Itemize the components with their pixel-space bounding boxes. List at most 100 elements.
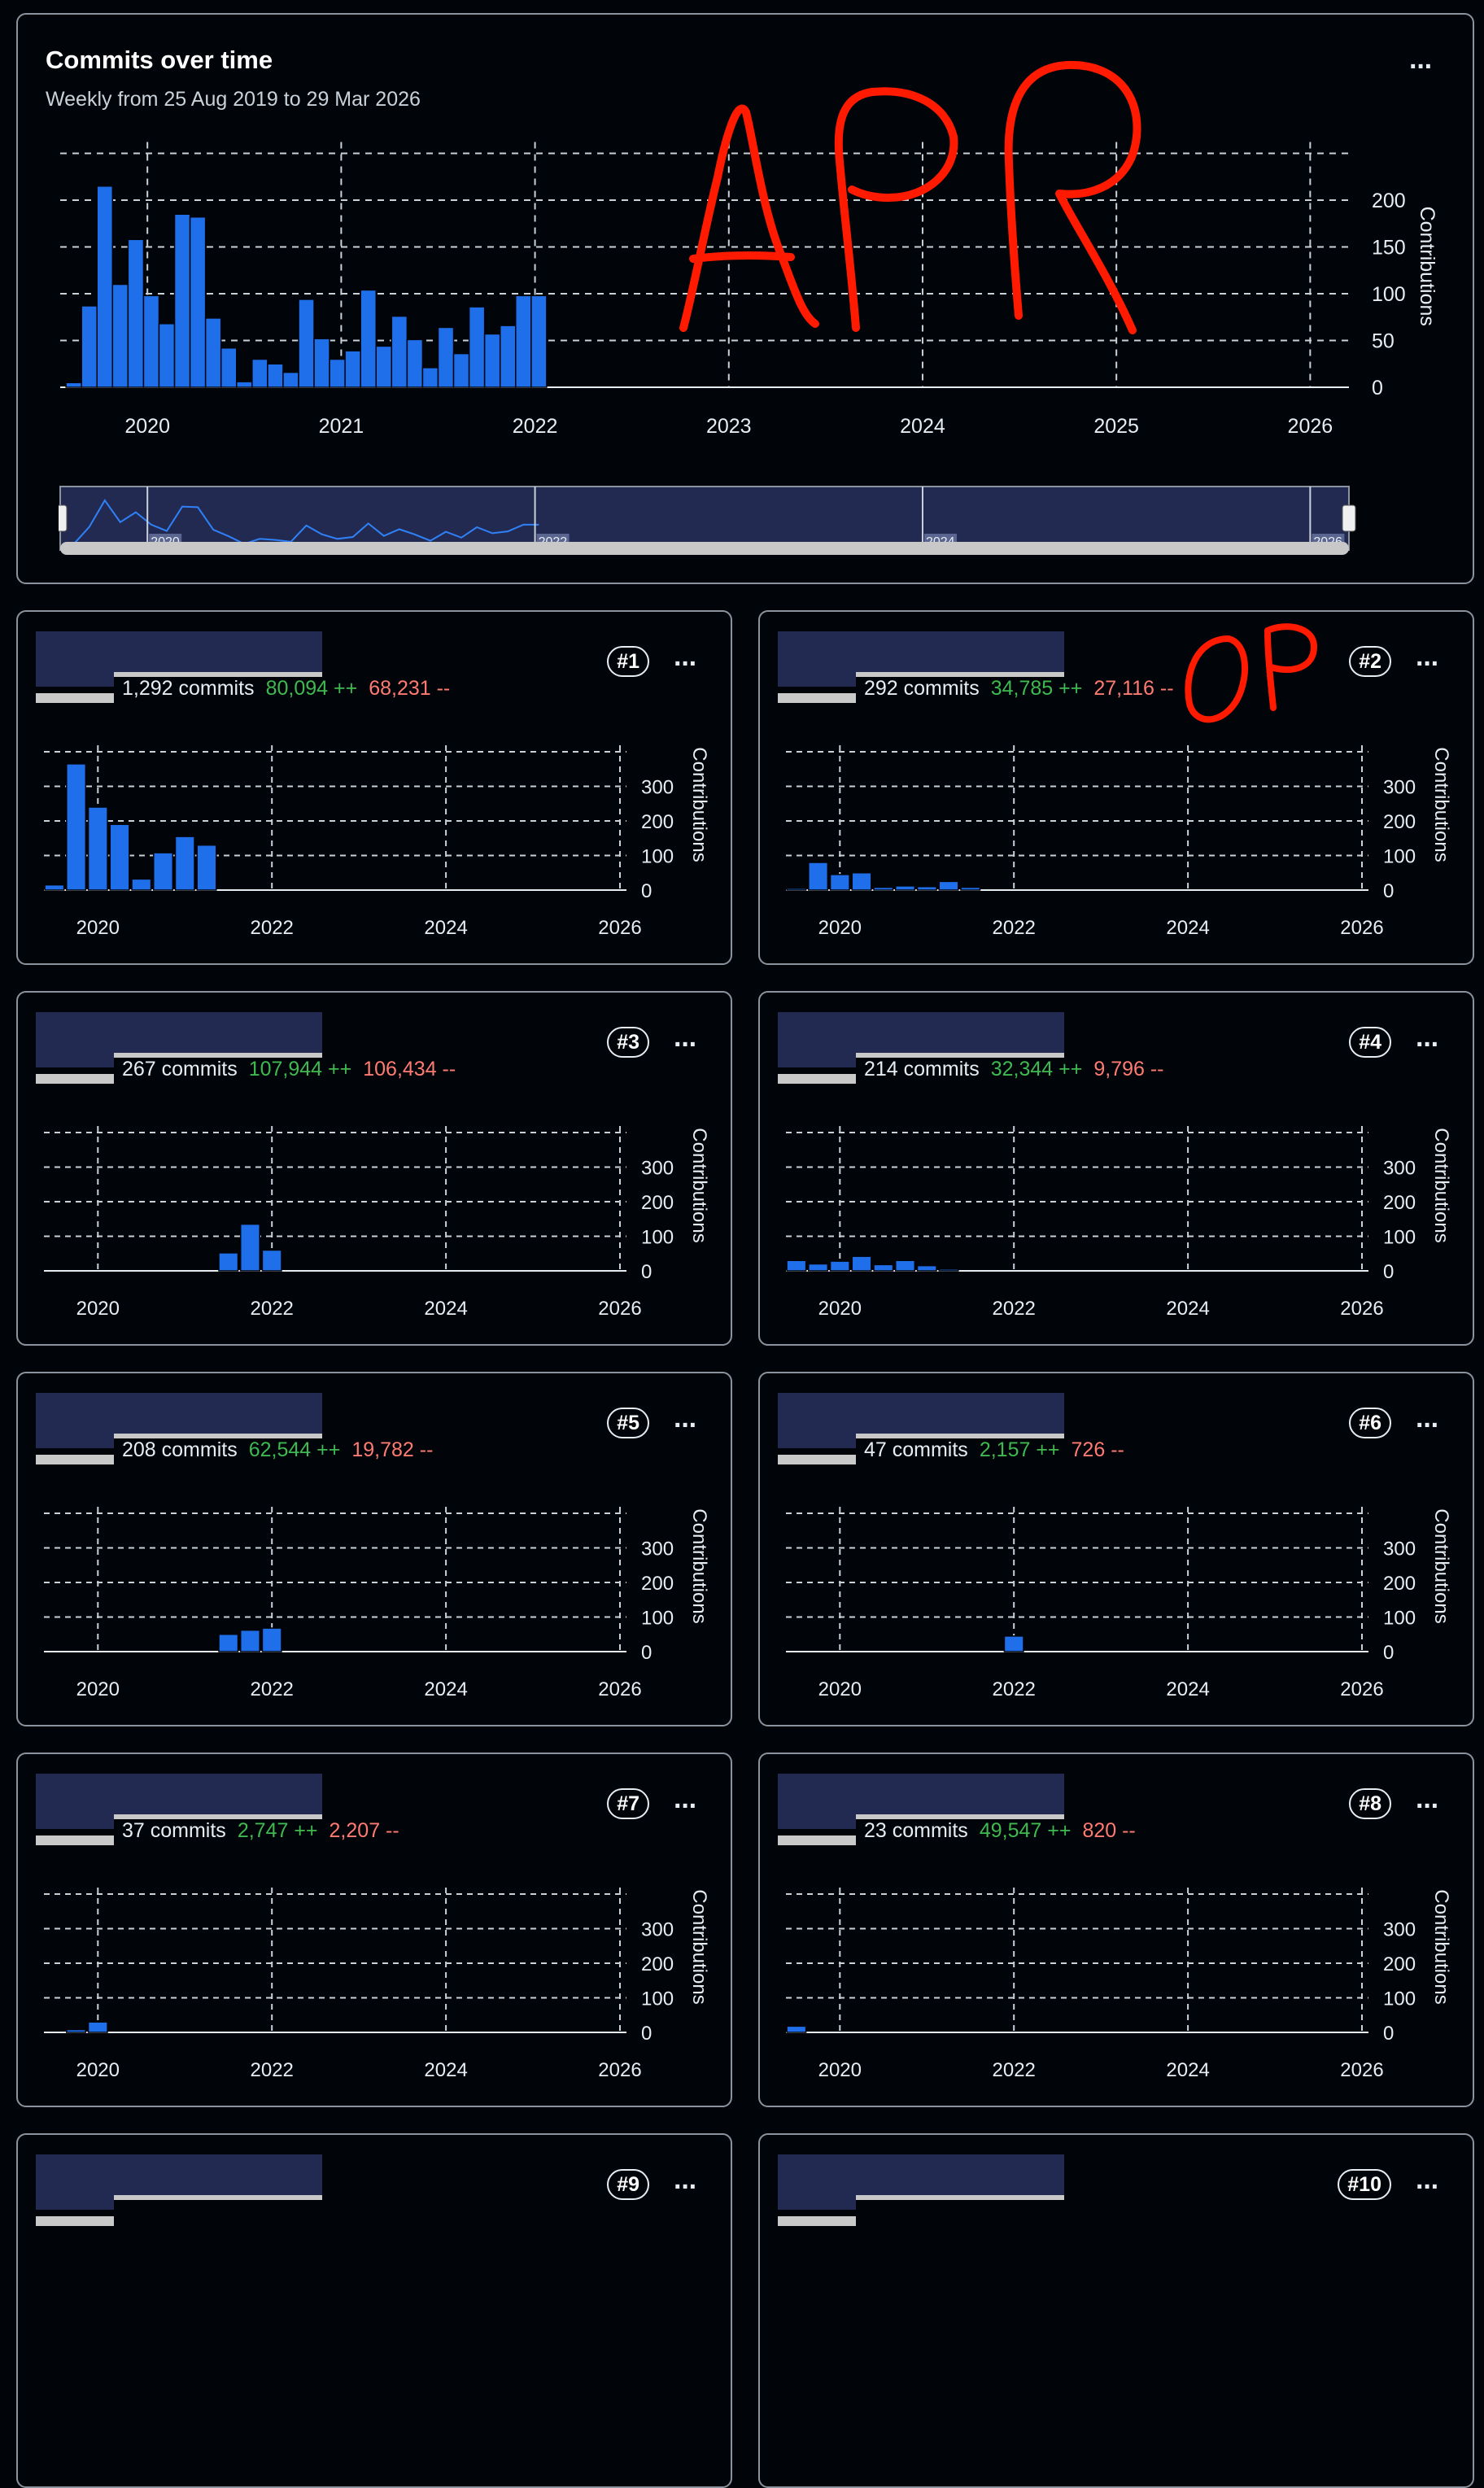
bar[interactable] [111, 283, 129, 388]
contributor-name-link[interactable] [856, 1012, 1064, 1058]
contributor-name-link[interactable] [856, 2154, 1064, 2200]
commit-count-link[interactable]: 37 commits [122, 1819, 226, 1842]
bar[interactable] [960, 886, 981, 891]
kebab-icon[interactable]: ··· [674, 1412, 698, 1439]
bar[interactable] [298, 299, 315, 388]
bar[interactable] [360, 289, 378, 388]
y-tick-label: 0 [1383, 2023, 1394, 2045]
bar[interactable] [515, 295, 532, 388]
y-tick-label: 0 [641, 2023, 652, 2045]
bar[interactable] [530, 295, 548, 388]
bar[interactable] [499, 325, 517, 388]
bar[interactable] [916, 1264, 937, 1272]
bar[interactable] [239, 1629, 260, 1652]
bar[interactable] [127, 238, 145, 388]
bar[interactable] [66, 763, 87, 891]
bar[interactable] [96, 186, 114, 388]
bar[interactable] [938, 880, 959, 891]
commit-count-link[interactable]: 1,292 commits [122, 677, 255, 700]
bar[interactable] [173, 213, 191, 388]
bar[interactable] [851, 1255, 872, 1272]
bar[interactable] [786, 2025, 807, 2033]
commit-count-link[interactable]: 23 commits [864, 1819, 968, 1842]
contributor-name-link[interactable] [114, 1012, 322, 1058]
bar[interactable] [153, 852, 174, 891]
contributor-name-link[interactable] [114, 1774, 322, 1819]
bar[interactable] [65, 382, 82, 388]
bar[interactable] [131, 878, 152, 891]
kebab-icon[interactable]: ··· [1416, 650, 1440, 678]
contributor-name-link[interactable] [856, 631, 1064, 677]
bar[interactable] [261, 1249, 282, 1272]
bar[interactable] [109, 823, 130, 891]
bar[interactable] [142, 295, 160, 388]
bar[interactable] [81, 305, 98, 388]
bar[interactable] [895, 885, 916, 891]
kebab-icon[interactable]: ··· [1416, 1031, 1440, 1058]
commit-count-link[interactable]: 267 commits [122, 1058, 238, 1080]
bar[interactable] [786, 1259, 807, 1272]
bar[interactable] [406, 338, 424, 388]
bar[interactable] [174, 836, 195, 891]
bar[interactable] [313, 338, 330, 388]
bar[interactable] [329, 358, 346, 388]
bar[interactable] [829, 874, 850, 891]
contributor-name-link[interactable] [856, 1774, 1064, 1819]
bar[interactable] [189, 216, 207, 388]
kebab-icon[interactable]: ··· [1416, 1792, 1440, 1820]
contributor-name-link[interactable] [856, 1393, 1064, 1438]
bar[interactable] [808, 862, 829, 891]
navigator-handle[interactable] [1342, 504, 1356, 532]
timeline-scrollbar[interactable] [60, 542, 1349, 555]
bar[interactable] [421, 367, 439, 388]
bar[interactable] [391, 315, 408, 388]
kebab-icon[interactable]: ··· [1416, 2173, 1440, 2201]
bar[interactable] [808, 1263, 829, 1272]
bar[interactable] [158, 323, 176, 388]
bar[interactable] [87, 806, 108, 891]
bar[interactable] [218, 1252, 239, 1272]
bar[interactable] [87, 2021, 108, 2033]
timeline-navigator[interactable]: 2020202220242026 [59, 470, 1368, 552]
navigator-handle[interactable] [59, 504, 68, 532]
bar[interactable] [236, 381, 253, 388]
commit-count-link[interactable]: 47 commits [864, 1438, 968, 1461]
bar[interactable] [218, 1634, 239, 1652]
bar[interactable] [267, 363, 284, 388]
bar[interactable] [916, 886, 937, 891]
kebab-icon[interactable]: ··· [674, 650, 698, 678]
bar[interactable] [483, 333, 501, 388]
bar[interactable] [452, 352, 470, 388]
bar[interactable] [851, 872, 872, 891]
bar[interactable] [66, 2028, 87, 2033]
contributor-name-link[interactable] [114, 2154, 322, 2200]
bar[interactable] [468, 306, 486, 388]
bar[interactable] [375, 345, 393, 388]
kebab-icon[interactable]: ··· [674, 1031, 698, 1058]
bar[interactable] [873, 1264, 894, 1272]
bar[interactable] [239, 1223, 260, 1272]
bar[interactable] [829, 1260, 850, 1272]
bar[interactable] [261, 1627, 282, 1652]
bar[interactable] [196, 845, 217, 891]
commit-count-link[interactable]: 208 commits [122, 1438, 238, 1461]
bar[interactable] [895, 1259, 916, 1272]
bar[interactable] [786, 888, 807, 891]
bar[interactable] [220, 347, 238, 388]
kebab-icon[interactable]: ··· [674, 2173, 698, 2201]
bar[interactable] [873, 886, 894, 891]
commit-count-link[interactable]: 292 commits [864, 677, 980, 700]
kebab-icon[interactable]: ··· [1416, 1412, 1440, 1439]
bar[interactable] [251, 358, 268, 388]
contributor-name-link[interactable] [114, 631, 322, 677]
bar[interactable] [344, 350, 361, 388]
kebab-icon[interactable]: ··· [674, 1792, 698, 1820]
bar[interactable] [1003, 1635, 1024, 1652]
bar[interactable] [204, 317, 222, 388]
commit-count-link[interactable]: 214 commits [864, 1058, 980, 1080]
contributor-name-link[interactable] [114, 1393, 322, 1438]
bar[interactable] [282, 371, 299, 388]
bar[interactable] [44, 884, 65, 891]
bar[interactable] [938, 1268, 959, 1272]
bar[interactable] [437, 326, 455, 388]
